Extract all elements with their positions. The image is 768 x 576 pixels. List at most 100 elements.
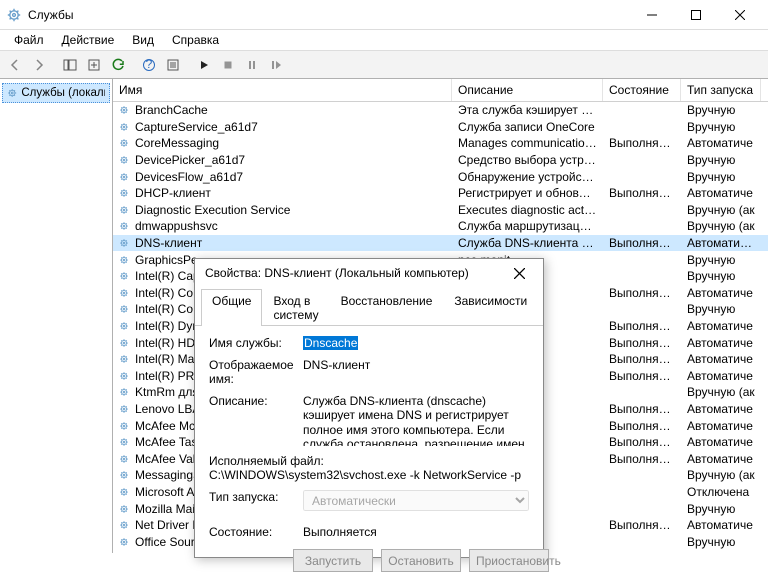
gear-icon — [113, 402, 129, 416]
service-row[interactable]: Diagnostic Execution ServiceExecutes dia… — [113, 202, 768, 219]
cell-start: Автоматиче — [681, 419, 761, 433]
cell-desc: Служба записи OneCore — [452, 120, 603, 134]
gear-icon — [113, 385, 129, 399]
forward-button[interactable] — [28, 54, 50, 76]
dialog-title: Свойства: DNS-клиент (Локальный компьюте… — [205, 266, 505, 280]
cell-start: Автоматиче — [681, 286, 761, 300]
cell-start: Автоматиче — [681, 186, 761, 200]
help-button[interactable]: ? — [138, 54, 160, 76]
value-service-name: Dnscache — [303, 336, 529, 350]
cell-start: Вручную (ак — [681, 468, 761, 482]
back-button[interactable] — [4, 54, 26, 76]
tab-logon[interactable]: Вход в систему — [262, 289, 329, 326]
cell-name: dmwappushsvc — [129, 219, 452, 233]
cell-state: Выполняется — [603, 286, 681, 300]
start-service-button[interactable] — [193, 54, 215, 76]
service-row[interactable]: CaptureService_a61d7Служба записи OneCor… — [113, 119, 768, 136]
gear-icon — [113, 352, 129, 366]
tab-dependencies[interactable]: Зависимости — [443, 289, 538, 326]
stop-service-button[interactable] — [217, 54, 239, 76]
gear-icon — [113, 153, 129, 167]
show-hide-tree-button[interactable] — [59, 54, 81, 76]
minimize-button[interactable] — [630, 1, 674, 29]
gear-icon — [113, 120, 129, 134]
service-row[interactable]: BranchCacheЭта служба кэширует сетев…Вру… — [113, 102, 768, 119]
stop-button[interactable]: Остановить — [381, 549, 461, 572]
window-title: Службы — [28, 8, 630, 22]
cell-desc: Executes diagnostic actions f… — [452, 203, 603, 217]
service-row[interactable]: DHCP-клиентРегистрирует и обновляет I…Вы… — [113, 185, 768, 202]
cell-start: Вручную — [681, 535, 761, 549]
menu-file[interactable]: Файл — [6, 31, 52, 49]
cell-start: Вручную — [681, 302, 761, 316]
tree-pane: Службы (локальные) — [0, 79, 113, 553]
gear-icon — [113, 302, 129, 316]
pause-button[interactable]: Приостановить — [469, 549, 549, 572]
cell-desc: Средство выбора устройства — [452, 153, 603, 167]
cell-start: Автоматиче — [681, 369, 761, 383]
gear-icon — [113, 236, 129, 250]
menubar: Файл Действие Вид Справка — [0, 30, 768, 51]
label-service-name: Имя службы: — [209, 336, 293, 350]
cell-state: Выполняется — [603, 136, 681, 150]
cell-start: Вручную — [681, 253, 761, 267]
export-button[interactable] — [83, 54, 105, 76]
cell-start: Автоматиче — [681, 452, 761, 466]
menu-help[interactable]: Справка — [164, 31, 227, 49]
startup-type-select[interactable]: Автоматически — [303, 490, 529, 511]
tree-root-label: Службы (локальные) — [21, 87, 105, 99]
cell-state: Выполняется — [603, 319, 681, 333]
cell-state: Выполняется — [603, 518, 681, 532]
service-row[interactable]: DevicesFlow_a61d7Обнаружение устройств и… — [113, 168, 768, 185]
maximize-button[interactable] — [674, 1, 718, 29]
cell-name: DevicePicker_a61d7 — [129, 153, 452, 167]
cell-desc: Служба маршрутизации pu… — [452, 219, 603, 233]
value-display-name: DNS-клиент — [303, 358, 529, 372]
titlebar: Службы — [0, 0, 768, 30]
tab-general[interactable]: Общие — [201, 289, 262, 326]
cell-start: Вручную (ак — [681, 385, 761, 399]
cell-name: CoreMessaging — [129, 136, 452, 150]
start-button[interactable]: Запустить — [293, 549, 373, 572]
service-row[interactable]: DevicePicker_a61d7Средство выбора устрой… — [113, 152, 768, 169]
tree-root-services[interactable]: Службы (локальные) — [2, 83, 110, 103]
cell-start: Автоматиче — [681, 136, 761, 150]
dialog-close-button[interactable] — [505, 259, 533, 287]
gear-icon — [113, 419, 129, 433]
cell-start: Вручную — [681, 502, 761, 516]
cell-state: Выполняется — [603, 419, 681, 433]
properties-button[interactable] — [162, 54, 184, 76]
list-header: Имя Описание Состояние Тип запуска — [113, 79, 768, 102]
col-desc[interactable]: Описание — [452, 79, 603, 101]
value-description[interactable]: Служба DNS-клиента (dnscache) кэширует и… — [303, 394, 529, 446]
refresh-button[interactable] — [107, 54, 129, 76]
restart-service-button[interactable] — [265, 54, 287, 76]
gear-icon — [113, 203, 129, 217]
cell-state: Выполняется — [603, 435, 681, 449]
cell-start: Автоматиче — [681, 402, 761, 416]
cell-start: Вручную — [681, 103, 761, 117]
gear-icon — [113, 452, 129, 466]
cell-name: BranchCache — [129, 103, 452, 117]
col-start[interactable]: Тип запуска — [681, 79, 761, 101]
menu-view[interactable]: Вид — [124, 31, 162, 49]
service-row[interactable]: DNS-клиентСлужба DNS-клиента (dnsca…Выпо… — [113, 235, 768, 252]
tab-recovery[interactable]: Восстановление — [330, 289, 444, 326]
gear-icon — [113, 170, 129, 184]
gear-icon — [113, 518, 129, 532]
pause-service-button[interactable] — [241, 54, 263, 76]
service-row[interactable]: dmwappushsvcСлужба маршрутизации pu…Вруч… — [113, 218, 768, 235]
cell-name: CaptureService_a61d7 — [129, 120, 452, 134]
gear-icon — [113, 468, 129, 482]
col-name[interactable]: Имя — [113, 79, 452, 101]
menu-action[interactable]: Действие — [54, 31, 123, 49]
gear-icon — [113, 103, 129, 117]
cell-state: Выполняется — [603, 236, 681, 250]
close-button[interactable] — [718, 1, 762, 29]
service-row[interactable]: CoreMessagingManages communication bet…В… — [113, 135, 768, 152]
svg-text:?: ? — [146, 58, 153, 71]
gear-icon — [113, 336, 129, 350]
col-state[interactable]: Состояние — [603, 79, 681, 101]
label-startup-type: Тип запуска: — [209, 490, 293, 504]
cell-name: DHCP-клиент — [129, 186, 452, 200]
